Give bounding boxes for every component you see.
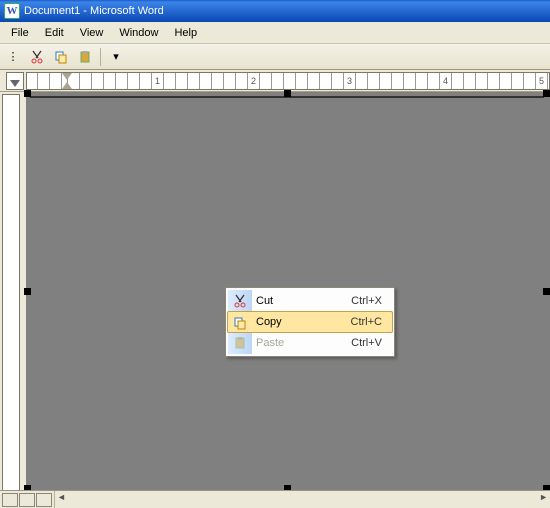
context-menu-shortcut: Ctrl+V xyxy=(351,337,392,349)
context-menu-label: Paste xyxy=(256,337,351,349)
toolbar: ⋮ ▾ xyxy=(0,44,550,70)
menu-window[interactable]: Window xyxy=(112,25,165,41)
paste-icon xyxy=(232,335,248,351)
view-normal-button[interactable] xyxy=(2,493,18,507)
resize-handle[interactable] xyxy=(24,288,31,295)
ruler-tick: 1 xyxy=(155,76,160,86)
context-menu-copy[interactable]: CopyCtrl+C xyxy=(227,311,393,333)
resize-handle[interactable] xyxy=(543,288,550,295)
ruler-tick: 3 xyxy=(347,76,352,86)
context-menu-shortcut: Ctrl+C xyxy=(351,316,392,328)
resize-handle[interactable] xyxy=(24,90,31,97)
copy-icon xyxy=(232,315,248,331)
ruler-tick: 5 xyxy=(539,76,544,86)
window-titlebar: W Document1 - Microsoft Word xyxy=(0,0,550,22)
cut-icon[interactable] xyxy=(26,46,48,68)
resize-handle[interactable] xyxy=(543,90,550,97)
bottom-bar xyxy=(0,490,550,508)
ruler-tick: 2 xyxy=(251,76,256,86)
menubar: File Edit View Window Help xyxy=(0,22,550,44)
menu-help[interactable]: Help xyxy=(167,25,204,41)
cut-icon xyxy=(232,293,248,309)
menu-edit[interactable]: Edit xyxy=(38,25,71,41)
ruler-bar: 1 2 3 4 5 xyxy=(0,70,550,92)
copy-icon[interactable] xyxy=(50,46,72,68)
view-print-button[interactable] xyxy=(36,493,52,507)
context-menu-cut[interactable]: CutCtrl+X xyxy=(228,290,392,312)
ruler-tick: 4 xyxy=(443,76,448,86)
menu-view[interactable]: View xyxy=(73,25,111,41)
context-menu: CutCtrl+XCopyCtrl+CPasteCtrl+V xyxy=(225,287,395,357)
grip-icon[interactable]: ⋮ xyxy=(2,46,24,68)
document-area: 260 if (pMenuPopup != NULL &&261 pMenuPo… xyxy=(0,92,550,508)
context-menu-label: Copy xyxy=(256,316,351,328)
view-web-button[interactable] xyxy=(19,493,35,507)
horizontal-ruler[interactable]: 1 2 3 4 5 xyxy=(26,72,550,90)
paste-icon[interactable] xyxy=(74,46,96,68)
resize-handle[interactable] xyxy=(284,90,291,97)
menu-file[interactable]: File xyxy=(4,25,36,41)
toolbar-divider xyxy=(100,48,101,66)
indent-marker-bottom-icon[interactable] xyxy=(62,82,72,89)
ruler-corner[interactable] xyxy=(6,72,24,90)
context-menu-shortcut: Ctrl+X xyxy=(351,295,392,307)
code-view: 260 if (pMenuPopup != NULL &&261 pMenuPo… xyxy=(45,97,543,98)
overflow-icon[interactable]: ▾ xyxy=(105,46,127,68)
context-menu-paste: PasteCtrl+V xyxy=(228,332,392,354)
indent-marker-top-icon[interactable] xyxy=(62,73,72,80)
context-menu-label: Cut xyxy=(256,295,351,307)
window-title: Document1 - Microsoft Word xyxy=(24,5,164,17)
vertical-ruler[interactable] xyxy=(2,94,20,506)
horizontal-scrollbar[interactable] xyxy=(54,491,550,508)
word-app-icon: W xyxy=(4,3,20,19)
